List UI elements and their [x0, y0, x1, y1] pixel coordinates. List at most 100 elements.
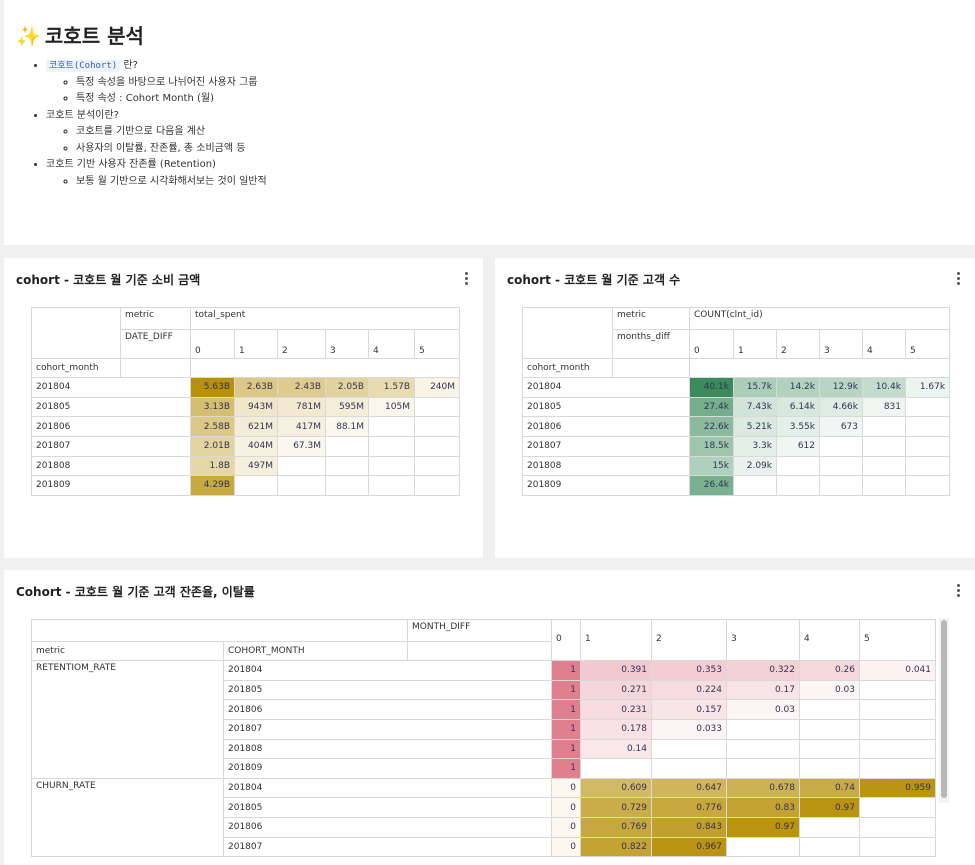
heatmap-cell — [580, 758, 652, 779]
heatmap-cell: 0.776 — [651, 797, 727, 818]
markdown-bullet: 코호트 기반 사용자 잔존률 (Retention) 보통 월 기반으로 시각화해… — [46, 157, 267, 190]
heatmap-cell: 417M — [277, 416, 326, 437]
heatmap-cell — [325, 435, 369, 457]
column-header[interactable]: 5 — [904, 328, 951, 359]
heatmap-cell: 5.21k — [733, 416, 777, 437]
markdown-sub-bullet: 특정 속성을 바탕으로 나뉘어진 사용자 그룹 — [76, 75, 267, 92]
pivot-table-client-count: metric COUNT(clnt_id) months_diff 0 1 2 … — [522, 307, 951, 496]
heatmap-cell — [859, 797, 936, 818]
row-dimension-header: cohort_month — [522, 357, 613, 379]
row-header: 201807 — [522, 435, 690, 457]
heatmap-cell — [819, 455, 863, 477]
column-header[interactable]: 5 — [859, 618, 936, 662]
column-dimension-header: months_diff — [612, 328, 690, 359]
heatmap-cell — [819, 475, 863, 496]
pivot-corner — [31, 619, 408, 642]
heatmap-cell — [413, 435, 461, 457]
heatmap-cell — [904, 455, 951, 477]
heatmap-cell: 0.271 — [580, 679, 652, 701]
heatmap-cell: 1 — [551, 718, 581, 740]
heatmap-cell: 18.5k — [689, 435, 734, 457]
column-header[interactable]: 4 — [368, 328, 415, 359]
heatmap-cell: 0.157 — [651, 699, 727, 720]
heatmap-cell — [733, 475, 777, 496]
column-header[interactable]: 0 — [689, 328, 734, 359]
heatmap-cell: 0.729 — [580, 797, 652, 818]
column-header[interactable]: 1 — [580, 618, 652, 662]
pivot-table-retention-churn: MONTH_DIFF 0 1 2 3 4 5 metric COHORT_MON… — [31, 618, 936, 858]
heatmap-cell — [325, 475, 369, 496]
column-header[interactable]: 0 — [190, 328, 235, 359]
heatmap-cell — [799, 836, 860, 858]
row-header: 201805 — [223, 679, 552, 701]
heatmap-cell: 26.4k — [689, 475, 734, 496]
heatmap-cell: 0.678 — [726, 777, 800, 799]
column-header[interactable]: 1 — [234, 328, 278, 359]
heatmap-cell: 0.041 — [859, 660, 936, 681]
heatmap-cell: 0.97 — [726, 816, 800, 838]
chart-panel-total-spent: cohort - 코호트 월 기준 소비 금액 metric total_spe… — [4, 258, 483, 558]
column-header[interactable]: 3 — [726, 618, 800, 662]
table-row: 201807 2.01B 404M 67.3M — [31, 435, 461, 457]
column-header[interactable]: 2 — [776, 328, 820, 359]
row-header: 201804 — [223, 660, 552, 681]
heatmap-cell: 0.769 — [580, 816, 652, 838]
heatmap-cell — [799, 738, 860, 760]
column-header[interactable]: 5 — [413, 328, 461, 359]
more-options-icon[interactable] — [465, 272, 469, 287]
column-header[interactable]: 1 — [733, 328, 777, 359]
heatmap-cell — [726, 738, 800, 760]
heatmap-cell: 1 — [551, 679, 581, 701]
column-header[interactable]: 2 — [651, 618, 727, 662]
heatmap-cell: 497M — [234, 455, 278, 477]
vertical-scrollbar[interactable] — [939, 618, 949, 803]
heatmap-cell: 0 — [551, 797, 581, 818]
row-header: 201809 — [31, 475, 191, 496]
heatmap-cell: 0.967 — [651, 836, 727, 858]
column-dimension-header: DATE_DIFF — [120, 328, 191, 359]
more-options-icon[interactable] — [957, 584, 961, 599]
heatmap-cell — [859, 836, 936, 858]
column-header[interactable]: 2 — [277, 328, 326, 359]
row-header: 201808 — [223, 738, 552, 760]
row-header: 201806 — [223, 699, 552, 720]
heatmap-cell: 0.224 — [651, 679, 727, 701]
table-row: 201804 40.1k 15.7k 14.2k 12.9k 10.4k 1.67k — [522, 377, 951, 398]
table-row: 201805 3.13B 943M 781M 595M 105M — [31, 396, 461, 418]
heatmap-cell — [799, 699, 860, 720]
scrollbar-thumb[interactable] — [941, 620, 947, 798]
metric-value-header: total_spent — [189, 307, 461, 330]
more-options-icon[interactable] — [957, 272, 961, 287]
row-header: 201808 — [31, 455, 191, 477]
row-header: 201807 — [223, 718, 552, 740]
column-header[interactable]: 4 — [862, 328, 906, 359]
column-header[interactable]: 0 — [551, 618, 581, 662]
heatmap-cell: 12.9k — [819, 377, 863, 398]
heatmap-cell: 0.17 — [726, 679, 800, 701]
pivot-corner — [522, 307, 613, 359]
heatmap-cell: 0.178 — [580, 718, 652, 740]
heatmap-cell — [368, 455, 415, 477]
heatmap-cell — [234, 475, 278, 496]
header-spacer — [688, 357, 951, 379]
heatmap-cell — [904, 475, 951, 496]
row-header: 201804 — [223, 777, 552, 799]
heatmap-cell: 67.3M — [277, 435, 326, 457]
table-row: 201806 22.6k 5.21k 3.55k 673 — [522, 416, 951, 437]
heatmap-cell: 1.57B — [368, 377, 415, 398]
header-spacer — [407, 640, 552, 662]
column-header[interactable]: 3 — [325, 328, 369, 359]
row-dimension-spacer — [120, 357, 191, 379]
heatmap-cell: 673 — [819, 416, 863, 437]
row-dimension-spacer — [612, 357, 690, 379]
row-header: 201805 — [31, 396, 191, 418]
header-spacer — [189, 357, 461, 379]
row-header: 201807 — [223, 836, 552, 858]
column-header[interactable]: 3 — [819, 328, 863, 359]
heatmap-cell: 3.3k — [733, 435, 777, 457]
heatmap-cell: 0.83 — [726, 797, 800, 818]
pivot-corner — [31, 307, 121, 359]
heatmap-cell: 1 — [551, 660, 581, 681]
heatmap-cell — [859, 679, 936, 701]
column-header[interactable]: 4 — [799, 618, 860, 662]
